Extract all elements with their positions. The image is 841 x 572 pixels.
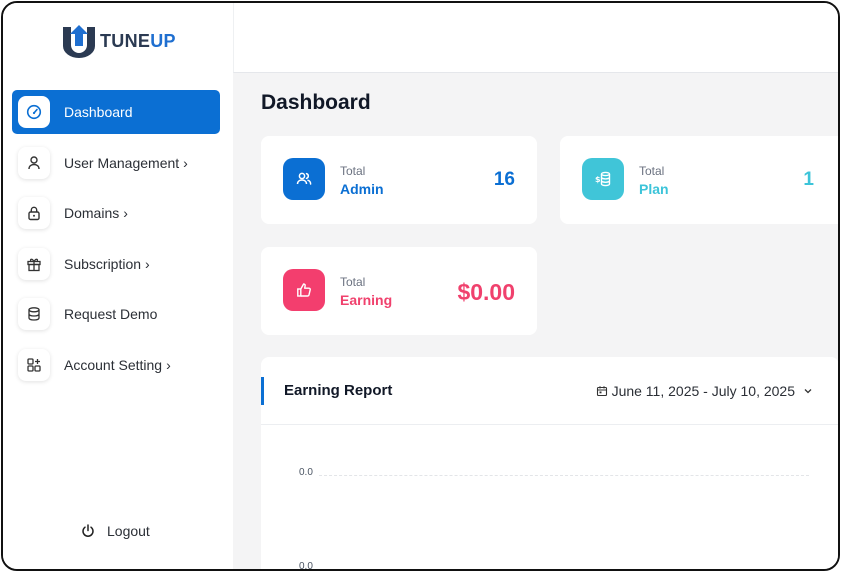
sidebar-item-domains[interactable]: Domains › [12,191,220,235]
chevron-right-icon: › [145,255,150,272]
stat-caption: Total [340,275,366,289]
sidebar-item-user-management[interactable]: User Management › [12,141,220,185]
thumbs-up-icon [283,269,325,311]
lock-icon [18,197,50,229]
page-title: Dashboard [261,91,371,114]
sidebar-nav: Dashboard User Management › Domains › Su… [12,90,220,393]
calendar-icon [596,386,607,397]
users-icon [283,158,325,200]
logout-label: Logout [107,523,150,539]
sidebar-item-label: Domains [64,205,120,221]
stat-name: Admin [340,181,384,197]
sidebar-item-dashboard[interactable]: Dashboard [12,90,220,134]
logo-mark-icon [63,25,95,58]
logout-button[interactable]: Logout [81,523,150,539]
top-header [233,3,838,73]
sidebar-item-label: Dashboard [64,104,133,120]
stat-name: Plan [639,181,669,197]
user-icon [18,146,50,179]
sidebar-item-label: User Management [64,154,180,171]
dashboard-gauge-icon [18,96,50,128]
sidebar-item-label: Request Demo [64,306,158,322]
stat-name: Earning [340,292,393,308]
gift-icon [18,247,50,280]
logo-text: TUNEUP [100,30,176,51]
stat-card-plan[interactable]: $ Total Plan 1 [560,136,838,224]
date-range-picker[interactable]: June 11, 2025 - July 10, 2025 [596,383,813,399]
stat-card-earning[interactable]: Total Earning $0.00 [261,247,537,335]
chevron-right-icon: › [166,356,171,373]
chevron-down-icon [804,389,812,394]
stat-caption: Total [639,164,665,178]
power-icon [82,524,94,537]
sidebar-item-account-setting[interactable]: Account Setting › [12,343,220,387]
stat-value: $0.00 [457,279,515,305]
app-window: TUNEUP Dashboard User Management › Domai… [1,1,840,571]
report-accent-bar [261,377,264,405]
date-range-label: June 11, 2025 - July 10, 2025 [611,383,795,399]
sidebar: TUNEUP Dashboard User Management › Domai… [3,3,233,569]
sidebar-item-request-demo[interactable]: Request Demo [12,292,220,336]
stat-value: 16 [493,169,515,190]
y-tick-label: 0.0 [299,561,313,571]
sidebar-item-subscription[interactable]: Subscription › [12,242,220,286]
chevron-right-icon: › [183,154,188,171]
sidebar-item-label: Account Setting [64,356,163,373]
stat-card-admin[interactable]: Total Admin 16 [261,136,537,224]
sidebar-item-label: Subscription [64,255,142,272]
dollar-coins-icon: $ [582,158,624,200]
earning-report-card: Earning Report June 11, 2025 - July 10, … [261,357,838,571]
y-tick-label: 0.0 [299,467,313,478]
stat-value: 1 [803,169,814,190]
svg-text:$: $ [595,175,601,184]
report-divider [261,424,838,425]
tuneup-logo[interactable]: TUNEUP [61,23,176,59]
grid-line [319,475,809,476]
grid-plus-icon [18,348,50,381]
database-icon [18,298,50,330]
chevron-right-icon: › [123,205,128,221]
stat-caption: Total [340,164,366,178]
report-title: Earning Report [284,382,393,399]
